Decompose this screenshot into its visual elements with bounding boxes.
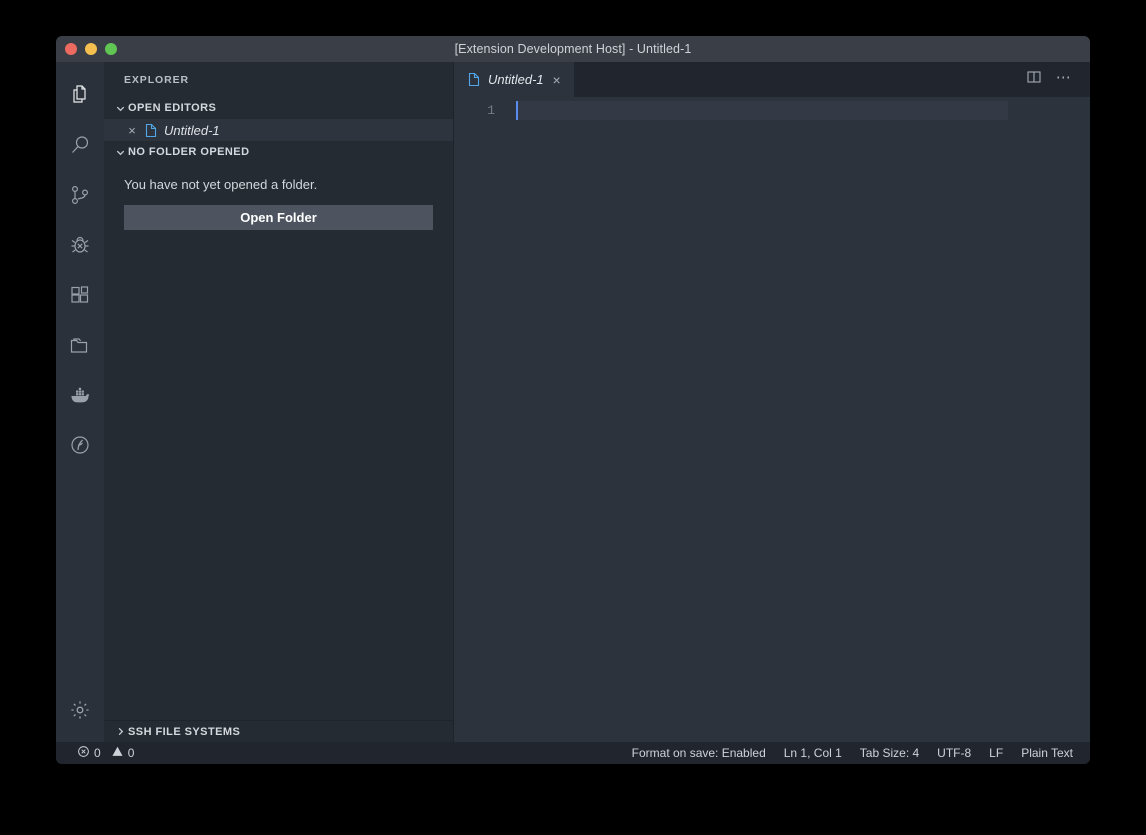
activity-item-search[interactable] xyxy=(56,122,104,172)
warning-icon xyxy=(111,745,124,761)
extensions-icon xyxy=(68,283,92,312)
status-bar-right: Format on save: Enabled Ln 1, Col 1 Tab … xyxy=(623,742,1090,764)
error-icon xyxy=(77,745,90,761)
minimize-window-button[interactable] xyxy=(85,43,97,55)
split-editor-icon xyxy=(1026,69,1042,90)
no-folder-message: You have not yet opened a folder. xyxy=(124,177,318,192)
open-editor-label: Untitled-1 xyxy=(164,122,220,138)
section-open-editors-label: OPEN EDITORS xyxy=(128,102,217,114)
line-number: 1 xyxy=(487,103,495,118)
close-icon[interactable]: × xyxy=(126,123,138,138)
section-no-folder-opened[interactable]: NO FOLDER OPENED xyxy=(104,141,453,163)
folder-icon xyxy=(68,333,92,362)
activity-item-explorer[interactable] xyxy=(56,72,104,122)
editor-tab-label: Untitled-1 xyxy=(488,72,544,87)
open-editor-item[interactable]: × Untitled-1 xyxy=(104,119,453,141)
chevron-down-icon xyxy=(112,100,128,116)
editor-tab-untitled-1[interactable]: Untitled-1 × xyxy=(454,62,574,97)
code-editor[interactable]: 1 xyxy=(454,97,1090,742)
status-bar-left: 0 0 xyxy=(56,742,141,764)
status-tab-size[interactable]: Tab Size: 4 xyxy=(851,742,928,764)
status-problems[interactable]: 0 0 xyxy=(70,742,141,764)
status-language-mode[interactable]: Plain Text xyxy=(1012,742,1082,764)
more-actions-button[interactable]: ⋯ xyxy=(1051,62,1077,97)
files-explorer-icon xyxy=(68,83,92,112)
section-open-editors[interactable]: OPEN EDITORS xyxy=(104,97,453,119)
activity-item-remote-file-systems[interactable] xyxy=(56,322,104,372)
window-title: [Extension Development Host] - Untitled-… xyxy=(454,42,692,56)
status-eol[interactable]: LF xyxy=(980,742,1012,764)
window-body: EXPLORER OPEN EDITORS × Untitled-1 NO FO… xyxy=(56,62,1090,742)
editor-area: Untitled-1 × ⋯ 1 xyxy=(454,62,1090,742)
run-and-debug-icon xyxy=(68,233,92,262)
text-cursor xyxy=(516,101,518,120)
gear-icon xyxy=(68,698,92,727)
current-line-highlight[interactable] xyxy=(516,101,1008,120)
status-encoding[interactable]: UTF-8 xyxy=(928,742,980,764)
remote-explorer-icon xyxy=(68,433,92,462)
no-folder-panel: You have not yet opened a folder. Open F… xyxy=(104,163,453,720)
maximize-window-button[interactable] xyxy=(105,43,117,55)
editor-line-1: 1 xyxy=(454,101,1090,120)
status-bar: 0 0 Format on save: Enabled Ln 1, Col 1 … xyxy=(56,742,1090,764)
search-icon xyxy=(68,133,92,162)
tab-bar-spacer xyxy=(574,62,1021,97)
section-ssh-file-systems[interactable]: SSH FILE SYSTEMS xyxy=(104,720,453,742)
status-cursor-position[interactable]: Ln 1, Col 1 xyxy=(775,742,851,764)
explorer-sidebar: EXPLORER OPEN EDITORS × Untitled-1 NO FO… xyxy=(104,62,454,742)
warning-count: 0 xyxy=(127,746,135,760)
close-icon[interactable]: × xyxy=(551,72,563,88)
section-no-folder-label: NO FOLDER OPENED xyxy=(128,146,250,158)
error-count: 0 xyxy=(94,746,101,760)
activity-item-manage[interactable] xyxy=(56,692,104,742)
chevron-right-icon xyxy=(112,724,128,740)
split-editor-button[interactable] xyxy=(1021,62,1047,97)
activity-item-extensions[interactable] xyxy=(56,272,104,322)
activity-item-run-and-debug[interactable] xyxy=(56,222,104,272)
editor-tab-bar: Untitled-1 × ⋯ xyxy=(454,62,1090,97)
activity-item-docker[interactable] xyxy=(56,372,104,422)
editor-actions: ⋯ xyxy=(1021,62,1090,97)
source-control-icon xyxy=(68,183,92,212)
title-bar: [Extension Development Host] - Untitled-… xyxy=(56,36,1090,62)
chevron-down-icon xyxy=(112,144,128,160)
open-folder-button[interactable]: Open Folder xyxy=(124,204,433,230)
section-ssh-label: SSH FILE SYSTEMS xyxy=(128,725,241,738)
vscode-window: [Extension Development Host] - Untitled-… xyxy=(56,36,1090,764)
file-icon xyxy=(467,72,481,87)
more-actions-icon: ⋯ xyxy=(1055,69,1073,86)
activity-bar xyxy=(56,62,104,742)
docker-whale-icon xyxy=(68,383,92,412)
activity-item-remote-explorer[interactable] xyxy=(56,422,104,472)
activity-item-source-control[interactable] xyxy=(56,172,104,222)
status-format-on-save[interactable]: Format on save: Enabled xyxy=(623,742,775,764)
traffic-lights xyxy=(56,43,117,55)
close-window-button[interactable] xyxy=(65,43,77,55)
file-icon xyxy=(144,123,158,138)
sidebar-title: EXPLORER xyxy=(124,73,189,86)
